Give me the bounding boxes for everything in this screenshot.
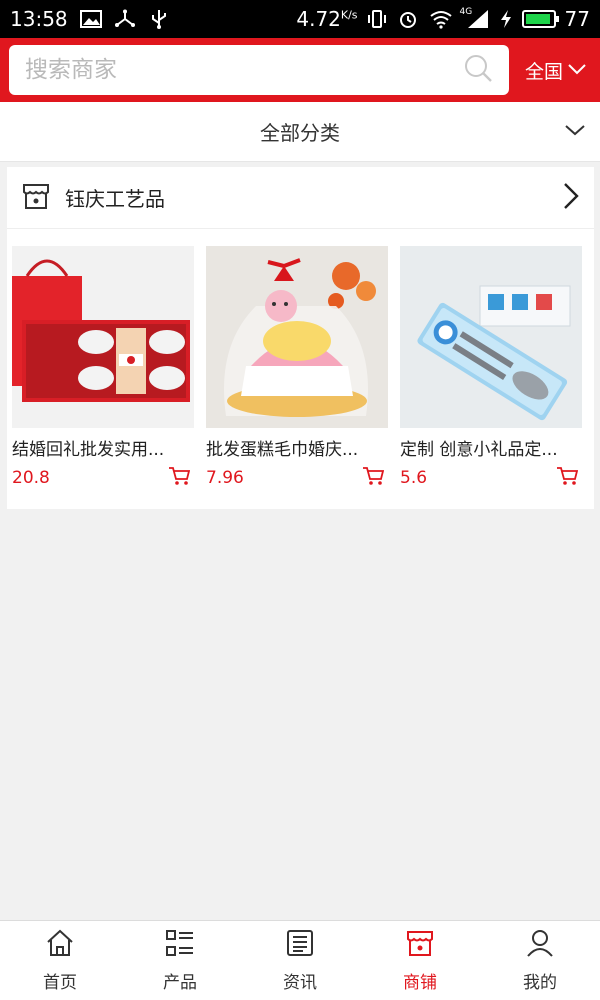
category-title: 全部分类 (260, 121, 340, 145)
product-name: 批发蛋糕毛巾婚庆... (206, 440, 359, 460)
nav-label: 商铺 (403, 973, 437, 993)
product-name: 结婚回礼批发实用... (12, 440, 165, 460)
net-speed: 4.72K/s (296, 7, 358, 31)
shop-card: 钰庆工艺品 结婚回礼批发实用... 20.8 批发蛋糕毛巾婚庆... 7.96 … (7, 167, 594, 509)
product-name: 定制 创意小礼品定... (400, 440, 558, 460)
nav-news[interactable]: 资讯 (240, 921, 360, 1000)
header-bar: 全国 (0, 38, 600, 102)
cart-icon[interactable] (168, 466, 191, 490)
usb-icon (148, 9, 170, 29)
product-list: 结婚回礼批发实用... 20.8 批发蛋糕毛巾婚庆... 7.96 定制 创意小… (7, 229, 594, 490)
product-price: 5.6 (400, 468, 428, 488)
product-image[interactable] (206, 246, 388, 428)
nav-label: 资讯 (283, 973, 317, 993)
share-icon (114, 9, 136, 29)
signal-icon: 4G (460, 7, 490, 29)
product-image[interactable] (400, 246, 582, 428)
nav-shops[interactable]: 商铺 (360, 921, 480, 1000)
chevron-down-icon[interactable] (564, 122, 586, 142)
product-card[interactable]: 结婚回礼批发实用... 20.8 (12, 246, 194, 490)
product-card[interactable]: 批发蛋糕毛巾婚庆... 7.96 (206, 246, 388, 490)
product-image[interactable] (12, 246, 194, 428)
search-box[interactable] (9, 45, 509, 95)
product-price: 7.96 (206, 468, 244, 488)
charging-icon (499, 9, 513, 29)
home-icon (45, 928, 75, 962)
chevron-right-icon[interactable] (562, 181, 580, 215)
region-selector[interactable]: 全国 (525, 57, 587, 84)
cart-icon[interactable] (556, 466, 579, 490)
shop-header[interactable]: 钰庆工艺品 (7, 167, 594, 229)
status-bar: 13:58 4.72K/s 4G 77 (0, 0, 600, 38)
store-icon (21, 181, 51, 215)
search-icon[interactable] (463, 53, 493, 87)
alarm-icon (398, 9, 420, 29)
category-bar[interactable]: 全部分类 (0, 102, 600, 162)
shop-icon (405, 928, 435, 962)
battery-icon (521, 10, 559, 28)
shop-name: 钰庆工艺品 (65, 187, 165, 211)
user-icon (525, 928, 555, 962)
region-label: 全国 (525, 60, 564, 83)
battery-level: 77 (564, 7, 590, 31)
nav-label: 首页 (43, 973, 77, 993)
nav-label: 产品 (163, 973, 197, 993)
search-input[interactable] (25, 57, 463, 83)
vibrate-icon (367, 9, 389, 29)
nav-products[interactable]: 产品 (120, 921, 240, 1000)
nav-home[interactable]: 首页 (0, 921, 120, 1000)
image-icon (79, 9, 102, 29)
bottom-nav: 首页 产品 资讯 商铺 我的 (0, 920, 600, 1000)
product-card[interactable]: 定制 创意小礼品定... 5.6 (400, 246, 582, 490)
news-icon (285, 928, 315, 962)
chevron-down-icon (567, 59, 587, 81)
nav-profile[interactable]: 我的 (480, 921, 600, 1000)
cart-icon[interactable] (362, 466, 385, 490)
list-icon (165, 928, 195, 962)
product-price: 20.8 (12, 468, 50, 488)
nav-label: 我的 (523, 973, 557, 993)
wifi-icon (429, 9, 452, 29)
status-time: 13:58 (10, 7, 68, 31)
